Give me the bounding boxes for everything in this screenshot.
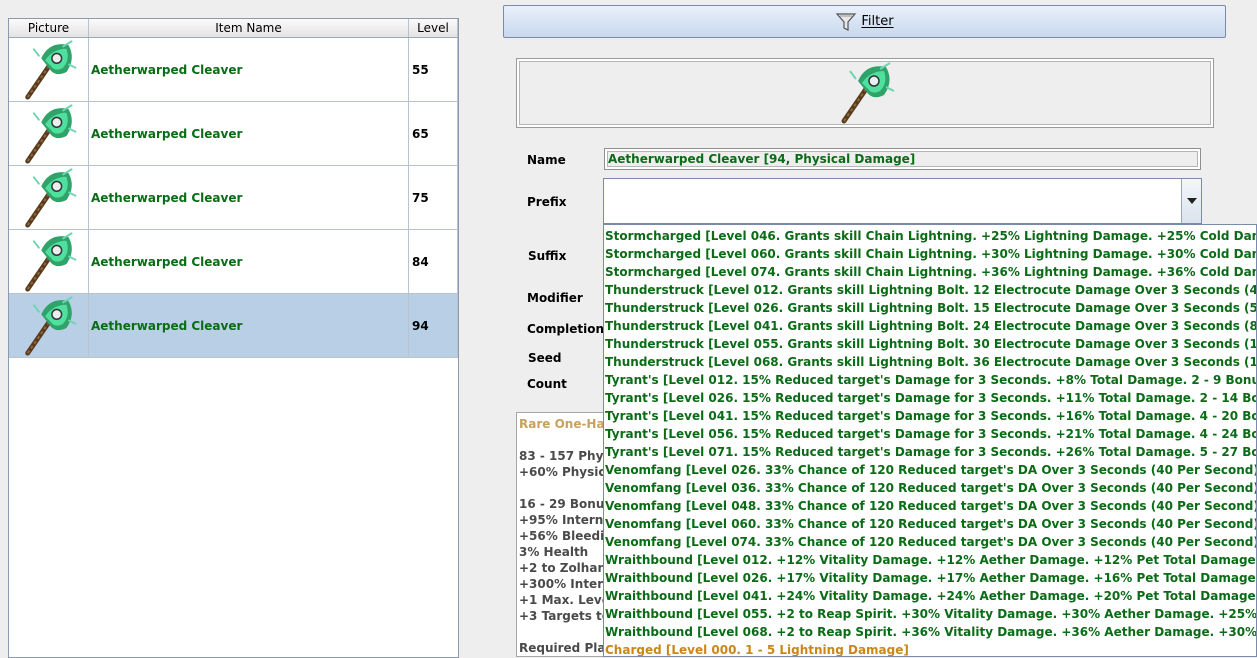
- item-level-cell: 84: [409, 230, 458, 293]
- chevron-down-icon: [1186, 198, 1197, 204]
- table-row[interactable]: Aetherwarped Cleaver 55: [9, 38, 458, 102]
- item-picture-cell: [9, 294, 89, 357]
- description-line: Rare One-Hand: [519, 417, 616, 431]
- description-line: 16 - 29 Bonus D: [519, 497, 616, 511]
- completion-label: Completion: [527, 322, 605, 336]
- dropdown-option[interactable]: Wraithbound [Level 068. +2 to Reap Spiri…: [605, 623, 1256, 641]
- dropdown-option[interactable]: Thunderstruck [Level 068. Grants skill L…: [605, 353, 1256, 371]
- description-line: +60% Physical: [519, 465, 616, 479]
- item-description-panel: Rare One-Hand 83 - 157 Physic +60% Physi…: [516, 412, 616, 657]
- dropdown-option[interactable]: Thunderstruck [Level 026. Grants skill L…: [605, 299, 1256, 317]
- item-name-cell: Aetherwarped Cleaver: [89, 294, 409, 357]
- prefix-label: Prefix: [527, 195, 567, 209]
- cleaver-icon: [835, 61, 897, 125]
- dropdown-option[interactable]: Stormcharged [Level 046. Grants skill Ch…: [605, 227, 1256, 245]
- dropdown-option[interactable]: Charged [Level 000. 1 - 5 Lightning Dama…: [605, 641, 909, 656]
- name-label: Name: [527, 153, 566, 167]
- dropdown-option[interactable]: Thunderstruck [Level 041. Grants skill L…: [605, 317, 1256, 335]
- dropdown-option[interactable]: Thunderstruck [Level 012. Grants skill L…: [605, 281, 1256, 299]
- dropdown-option[interactable]: Venomfang [Level 060. 33% Chance of 120 …: [605, 515, 1256, 533]
- description-line: Required Playe: [519, 641, 616, 655]
- dropdown-option[interactable]: Thunderstruck [Level 055. Grants skill L…: [605, 335, 1256, 353]
- description-line: 3% Health: [519, 545, 589, 559]
- item-picture-cell: [9, 230, 89, 293]
- description-line: +1 Max. Level t: [519, 593, 616, 607]
- description-line: +300% Internal: [519, 577, 616, 591]
- item-preview-panel: [516, 58, 1214, 128]
- table-header: Picture Item Name Level: [9, 19, 458, 38]
- table-row[interactable]: Aetherwarped Cleaver 84: [9, 230, 458, 294]
- dropdown-option[interactable]: Tyrant's [Level 041. 15% Reduced target'…: [605, 407, 1256, 425]
- count-label: Count: [527, 377, 567, 391]
- dropdown-option[interactable]: Venomfang [Level 074. 33% Chance of 120 …: [605, 533, 1256, 551]
- description-line: +3 Targets to Z: [519, 609, 616, 623]
- cleaver-icon: [19, 295, 79, 357]
- dropdown-option[interactable]: Wraithbound [Level 026. +17% Vitality Da…: [605, 569, 1256, 587]
- dropdown-option[interactable]: Wraithbound [Level 055. +2 to Reap Spiri…: [605, 605, 1256, 623]
- prefix-dropdown-list: Stormcharged [Level 046. Grants skill Ch…: [603, 224, 1257, 657]
- funnel-icon: [836, 12, 857, 31]
- cleaver-icon: [19, 39, 79, 101]
- item-level-cell: 75: [409, 166, 458, 229]
- filter-label: Filter: [861, 14, 894, 29]
- name-field[interactable]: Aetherwarped Cleaver [94, Physical Damag…: [604, 148, 1201, 170]
- seed-label: Seed: [528, 351, 562, 365]
- item-picture-cell: [9, 102, 89, 165]
- dropdown-option[interactable]: Venomfang [Level 026. 33% Chance of 120 …: [605, 461, 1256, 479]
- item-name-cell: Aetherwarped Cleaver: [89, 102, 409, 165]
- cleaver-icon: [19, 231, 79, 293]
- item-picture-cell: [9, 38, 89, 101]
- cleaver-icon: [19, 103, 79, 165]
- description-line: 83 - 157 Physic: [519, 449, 616, 463]
- dropdown-option[interactable]: Tyrant's [Level 012. 15% Reduced target'…: [605, 371, 1256, 389]
- dropdown-option[interactable]: Stormcharged [Level 074. Grants skill Ch…: [605, 263, 1256, 281]
- dropdown-option[interactable]: Tyrant's [Level 026. 15% Reduced target'…: [605, 389, 1256, 407]
- item-name-cell: Aetherwarped Cleaver: [89, 230, 409, 293]
- column-header-picture[interactable]: Picture: [9, 19, 89, 37]
- item-level-cell: 94: [409, 294, 458, 357]
- item-level-cell: 55: [409, 38, 458, 101]
- prefix-dropdown-button[interactable]: [1181, 179, 1201, 223]
- suffix-label: Suffix: [528, 249, 567, 263]
- description-line: +56% Bleeding: [519, 529, 616, 543]
- item-name-cell: Aetherwarped Cleaver: [89, 166, 409, 229]
- description-line: +2 to Zolhan's: [519, 561, 616, 575]
- description-line: +95% Internal T: [519, 513, 616, 527]
- column-header-level[interactable]: Level: [409, 19, 458, 37]
- cleaver-icon: [19, 167, 79, 229]
- table-row[interactable]: Aetherwarped Cleaver 75: [9, 166, 458, 230]
- item-level-cell: 65: [409, 102, 458, 165]
- table-row-selected[interactable]: Aetherwarped Cleaver 94: [9, 294, 458, 358]
- item-picture-cell: [9, 166, 89, 229]
- modifier-label: Modifier: [527, 291, 583, 305]
- filter-button[interactable]: Filter: [503, 5, 1226, 38]
- column-header-item-name[interactable]: Item Name: [89, 19, 409, 37]
- dropdown-option[interactable]: Venomfang [Level 036. 33% Chance of 120 …: [605, 479, 1256, 497]
- prefix-combobox[interactable]: [603, 178, 1202, 224]
- dropdown-option[interactable]: Tyrant's [Level 056. 15% Reduced target'…: [605, 425, 1256, 443]
- dropdown-option[interactable]: Stormcharged [Level 060. Grants skill Ch…: [605, 245, 1256, 263]
- item-table: Picture Item Name Level Aetherwarped Cle…: [8, 18, 459, 658]
- dropdown-option[interactable]: Tyrant's [Level 071. 15% Reduced target'…: [605, 443, 1256, 461]
- dropdown-option[interactable]: Wraithbound [Level 041. +24% Vitality Da…: [605, 587, 1256, 605]
- table-row[interactable]: Aetherwarped Cleaver 65: [9, 102, 458, 166]
- dropdown-option[interactable]: Venomfang [Level 048. 33% Chance of 120 …: [605, 497, 1256, 515]
- dropdown-option[interactable]: Wraithbound [Level 012. +12% Vitality Da…: [605, 551, 1256, 569]
- item-name-cell: Aetherwarped Cleaver: [89, 38, 409, 101]
